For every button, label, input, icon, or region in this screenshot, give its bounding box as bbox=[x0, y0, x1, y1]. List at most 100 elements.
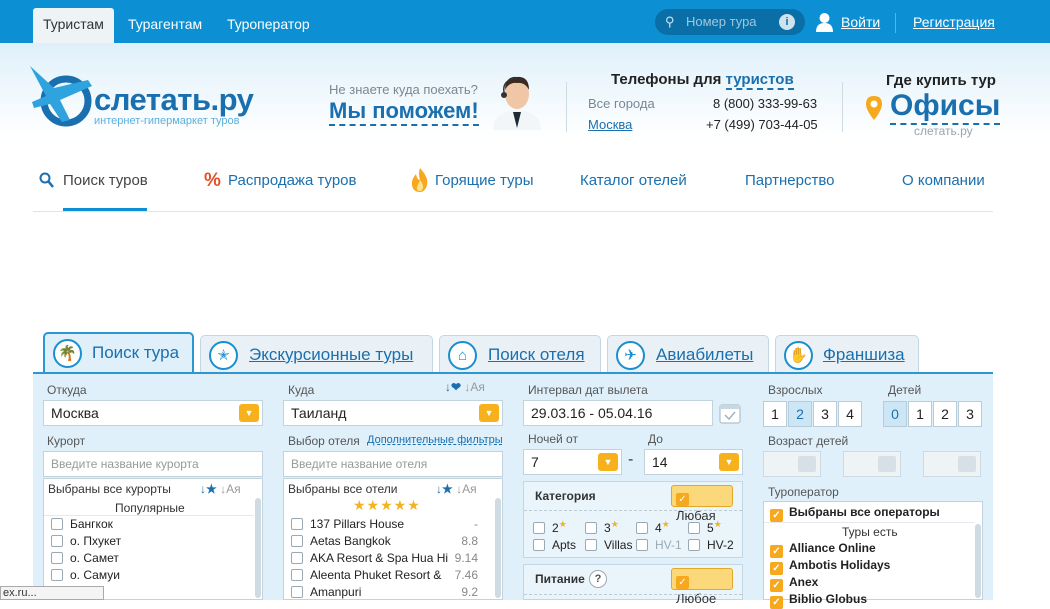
checkbox[interactable] bbox=[533, 522, 545, 534]
to-select[interactable]: Таиланд ▼ bbox=[283, 400, 503, 426]
hotel-item[interactable]: Aleenta Phuket Resort & 7.46 bbox=[291, 567, 496, 584]
nav-hotel-catalog[interactable]: Каталог отелей bbox=[580, 172, 687, 189]
tab-flights[interactable]: ✈ Авиабилеты bbox=[607, 335, 769, 373]
tab-operator[interactable]: Туроператор bbox=[217, 8, 320, 43]
operator-item[interactable]: ✓ Ambotis Holidays bbox=[770, 557, 890, 575]
nav-sale[interactable]: Распродажа туров bbox=[228, 172, 357, 189]
category-apts[interactable]: Apts bbox=[533, 537, 576, 554]
category-3[interactable]: 3★ bbox=[585, 516, 619, 535]
checkbox[interactable] bbox=[291, 552, 303, 564]
hotel-item[interactable]: AKA Resort & Spa Hua Hi 9.14 bbox=[291, 550, 496, 567]
check-icon[interactable]: ✓ bbox=[770, 509, 783, 522]
phones-tourists-link[interactable]: туристов bbox=[725, 71, 794, 90]
child-age-select-3[interactable] bbox=[923, 451, 981, 477]
chevron-down-icon[interactable]: ▼ bbox=[598, 453, 618, 471]
checkbox[interactable] bbox=[585, 539, 597, 551]
checkbox[interactable] bbox=[291, 586, 303, 598]
hotel-item[interactable]: Amanpuri 9.2 bbox=[291, 584, 496, 601]
country-sort-alpha[interactable]: Ая bbox=[470, 380, 485, 394]
hotel-item[interactable]: 137 Pillars House - bbox=[291, 516, 496, 533]
category-villas[interactable]: Villas bbox=[585, 537, 632, 554]
operators-all-toggle[interactable]: ✓ Выбраны все операторы bbox=[770, 504, 940, 522]
resort-scrollbar[interactable] bbox=[255, 498, 261, 598]
adults-option-3[interactable]: 3 bbox=[813, 401, 837, 427]
nav-about[interactable]: О компании bbox=[902, 172, 985, 189]
checkbox[interactable] bbox=[291, 535, 303, 547]
any-category-toggle[interactable]: ✓Любая bbox=[671, 485, 733, 523]
tab-franchise[interactable]: ✋ Франшиза bbox=[775, 335, 919, 373]
tab-excursions[interactable]: ✭ Экскурсионные туры bbox=[200, 335, 433, 373]
tour-number-search[interactable]: ⚲ Номер тура i bbox=[655, 9, 805, 35]
tab-agencies[interactable]: Турагентам bbox=[118, 8, 212, 43]
checkbox[interactable] bbox=[51, 552, 63, 564]
resort-item[interactable]: Бангкок bbox=[51, 516, 113, 533]
operator-scrollbar[interactable] bbox=[975, 524, 981, 598]
from-select[interactable]: Москва ▼ bbox=[43, 400, 263, 426]
category-5[interactable]: 5★ bbox=[688, 516, 722, 535]
category-hv1[interactable]: HV-1 bbox=[636, 537, 682, 554]
checkbox[interactable] bbox=[51, 518, 63, 530]
nights-to-select[interactable]: 14 ▼ bbox=[644, 449, 743, 475]
more-filters-link[interactable]: Дополнительные фильтры bbox=[367, 434, 503, 446]
help-link[interactable]: Мы поможем! bbox=[329, 98, 479, 126]
children-option-0[interactable]: 0 bbox=[883, 401, 907, 427]
checkbox[interactable] bbox=[585, 522, 597, 534]
info-icon[interactable]: i bbox=[779, 14, 795, 30]
adults-option-4[interactable]: 4 bbox=[838, 401, 862, 427]
category-2[interactable]: 2★ bbox=[533, 516, 567, 535]
children-option-2[interactable]: 2 bbox=[933, 401, 957, 427]
hotel-scrollbar[interactable] bbox=[495, 498, 501, 598]
nav-tour-search[interactable]: Поиск туров bbox=[63, 172, 148, 189]
child-age-select-2[interactable] bbox=[843, 451, 901, 477]
resort-sort[interactable]: ↓★ ↓Ая bbox=[200, 482, 241, 496]
checkbox[interactable] bbox=[291, 518, 303, 530]
hotel-input[interactable]: Введите название отеля bbox=[283, 451, 503, 477]
checkbox[interactable] bbox=[688, 539, 700, 551]
logo-wordmark[interactable]: слетать.ру bbox=[94, 82, 254, 118]
tab-hotel-search[interactable]: ⌂ Поиск отеля bbox=[439, 335, 601, 373]
chevron-down-icon[interactable]: ▼ bbox=[479, 404, 499, 422]
nights-from-select[interactable]: 7 ▼ bbox=[523, 449, 622, 475]
adults-option-2[interactable]: 2 bbox=[788, 401, 812, 427]
category-hv2[interactable]: HV-2 bbox=[688, 537, 734, 554]
tab-tourists[interactable]: Туристам bbox=[33, 8, 114, 43]
register-link[interactable]: Регистрация bbox=[913, 14, 995, 30]
resort-item[interactable]: о. Пхукет bbox=[51, 533, 121, 550]
sort-alpha-label[interactable]: Ая bbox=[462, 482, 477, 496]
checkbox[interactable] bbox=[51, 535, 63, 547]
calendar-icon[interactable] bbox=[719, 402, 741, 424]
chevron-down-icon[interactable]: ▼ bbox=[239, 404, 259, 422]
resort-input[interactable]: Введите название курорта bbox=[43, 451, 263, 477]
help-icon[interactable]: ? bbox=[589, 570, 607, 588]
adults-option-1[interactable]: 1 bbox=[763, 401, 787, 427]
resort-item[interactable]: о. Самет bbox=[51, 550, 119, 567]
checkbox[interactable] bbox=[291, 569, 303, 581]
city-moscow-link[interactable]: Москва bbox=[588, 117, 632, 132]
check-icon[interactable]: ✓ bbox=[770, 596, 783, 609]
operator-item[interactable]: ✓ Alliance Online bbox=[770, 540, 876, 558]
logo-plane-icon[interactable] bbox=[26, 58, 94, 128]
checkbox[interactable] bbox=[51, 569, 63, 581]
tab-tour-search[interactable]: 🌴 Поиск тура bbox=[43, 332, 194, 374]
sort-rating-icon[interactable]: ↓★ bbox=[436, 482, 453, 496]
any-meal-toggle[interactable]: ✓Любое bbox=[671, 568, 733, 606]
sort-alpha-label[interactable]: Ая bbox=[226, 482, 241, 496]
checkbox[interactable] bbox=[636, 522, 648, 534]
login-link[interactable]: Войти bbox=[841, 14, 880, 30]
checkbox[interactable] bbox=[688, 522, 700, 534]
children-option-1[interactable]: 1 bbox=[908, 401, 932, 427]
checkbox[interactable] bbox=[636, 539, 648, 551]
children-option-3[interactable]: 3 bbox=[958, 401, 982, 427]
chevron-down-icon[interactable]: ▼ bbox=[719, 453, 739, 471]
category-4[interactable]: 4★ bbox=[636, 516, 670, 535]
resort-item[interactable]: о. Самуи bbox=[51, 567, 120, 584]
nav-hot-tours[interactable]: Горящие туры bbox=[435, 172, 533, 189]
hotel-item[interactable]: Aetas Bangkok 8.8 bbox=[291, 533, 496, 550]
hotel-sort[interactable]: ↓★ ↓Ая bbox=[436, 482, 477, 496]
child-age-select-1[interactable] bbox=[763, 451, 821, 477]
sort-popular-icon[interactable]: ↓❤ bbox=[445, 380, 461, 394]
five-star-filter[interactable]: ★★★★★ bbox=[353, 497, 421, 514]
operator-item[interactable]: ✓ Anex bbox=[770, 574, 818, 592]
dates-input[interactable]: 29.03.16 - 05.04.16 bbox=[523, 400, 713, 426]
offices-link[interactable]: Офисы bbox=[890, 89, 1001, 125]
